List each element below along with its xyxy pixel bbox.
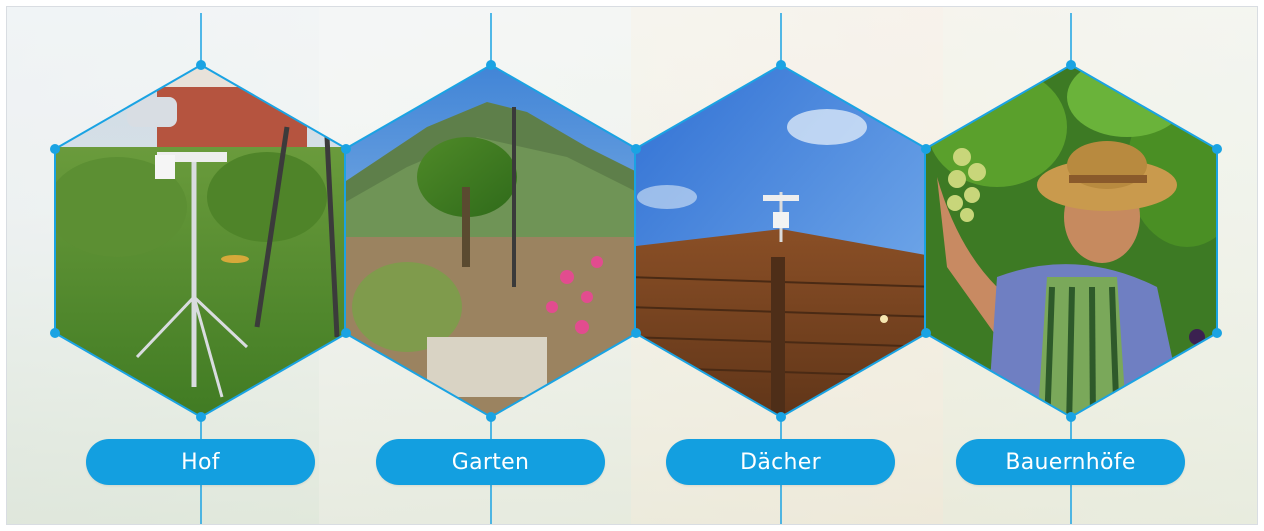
farmer-grapes-photo xyxy=(925,65,1217,417)
location-banner: Hof Garten Dächer Bauernhöfe xyxy=(6,6,1258,525)
location-button-garten[interactable]: Garten xyxy=(376,439,605,485)
location-button-bauernhoefe[interactable]: Bauernhöfe xyxy=(956,439,1185,485)
weather-station-roof-photo xyxy=(635,65,927,417)
location-button-hof[interactable]: Hof xyxy=(86,439,315,485)
location-label: Dächer xyxy=(740,449,821,475)
weather-station-yard-photo xyxy=(55,65,347,417)
location-label: Hof xyxy=(181,449,220,475)
location-label: Bauernhöfe xyxy=(1005,449,1136,475)
weather-station-garden-photo xyxy=(345,65,637,417)
location-label: Garten xyxy=(451,449,530,475)
location-button-daecher[interactable]: Dächer xyxy=(666,439,895,485)
